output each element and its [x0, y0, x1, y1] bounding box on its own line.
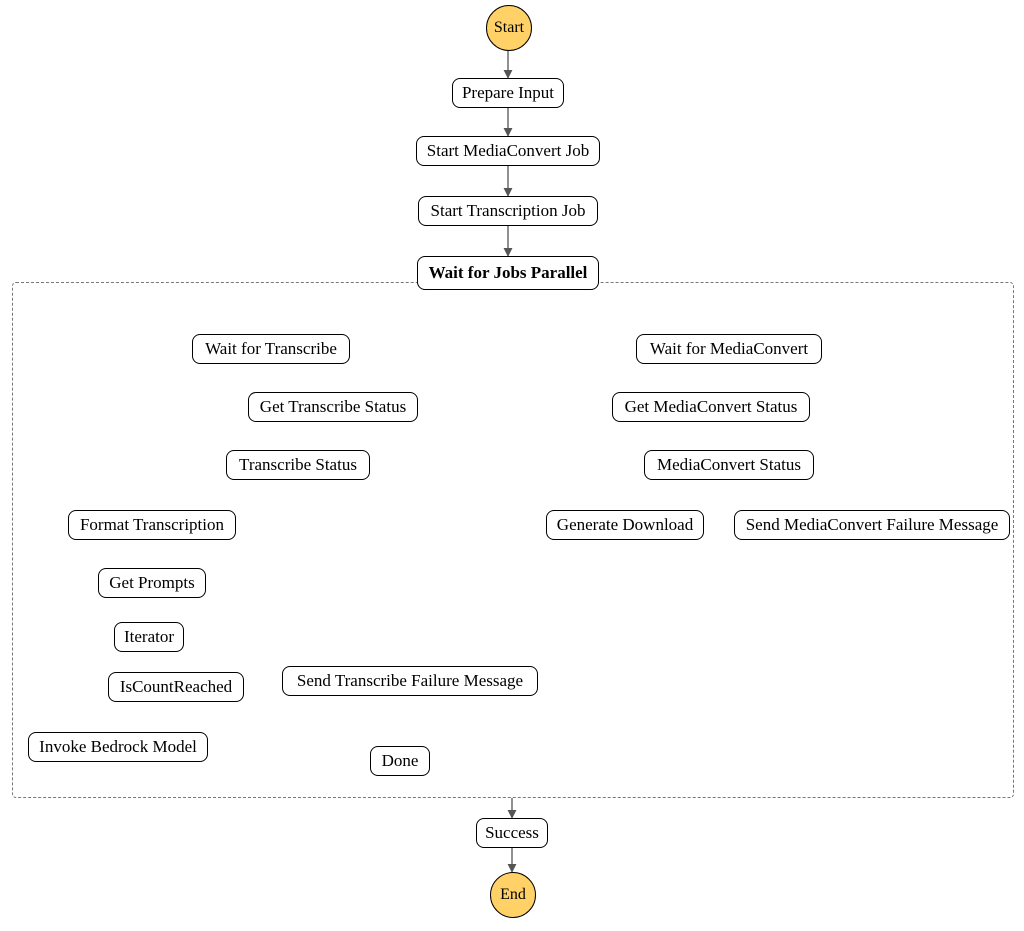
node-done: Done: [370, 746, 430, 776]
node-mediaconvert-status: MediaConvert Status: [644, 450, 814, 480]
node-get-mediaconvert-status: Get MediaConvert Status: [612, 392, 810, 422]
node-get-prompts: Get Prompts: [98, 568, 206, 598]
end-terminal: End: [490, 872, 536, 918]
start-terminal: Start: [486, 5, 532, 51]
node-wait-mediaconvert: Wait for MediaConvert: [636, 334, 822, 364]
parallel-container: [12, 282, 1014, 798]
node-wait-transcribe: Wait for Transcribe: [192, 334, 350, 364]
node-invoke-bedrock: Invoke Bedrock Model: [28, 732, 208, 762]
node-iterator: Iterator: [114, 622, 184, 652]
node-start-mediaconvert: Start MediaConvert Job: [416, 136, 600, 166]
end-label: End: [500, 886, 526, 904]
node-prepare-input: Prepare Input: [452, 78, 564, 108]
node-success: Success: [476, 818, 548, 848]
flowchart-stage: Start End Prepare Input Start MediaConve…: [0, 0, 1024, 931]
node-send-transcribe-fail: Send Transcribe Failure Message: [282, 666, 538, 696]
node-wait-parallel: Wait for Jobs Parallel: [417, 256, 599, 290]
node-is-count-reached: IsCountReached: [108, 672, 244, 702]
node-start-transcription: Start Transcription Job: [418, 196, 598, 226]
node-format-transcription: Format Transcription: [68, 510, 236, 540]
start-label: Start: [494, 19, 524, 37]
node-get-transcribe-status: Get Transcribe Status: [248, 392, 418, 422]
node-send-mediaconvert-fail: Send MediaConvert Failure Message: [734, 510, 1010, 540]
node-generate-download: Generate Download: [546, 510, 704, 540]
node-transcribe-status: Transcribe Status: [226, 450, 370, 480]
